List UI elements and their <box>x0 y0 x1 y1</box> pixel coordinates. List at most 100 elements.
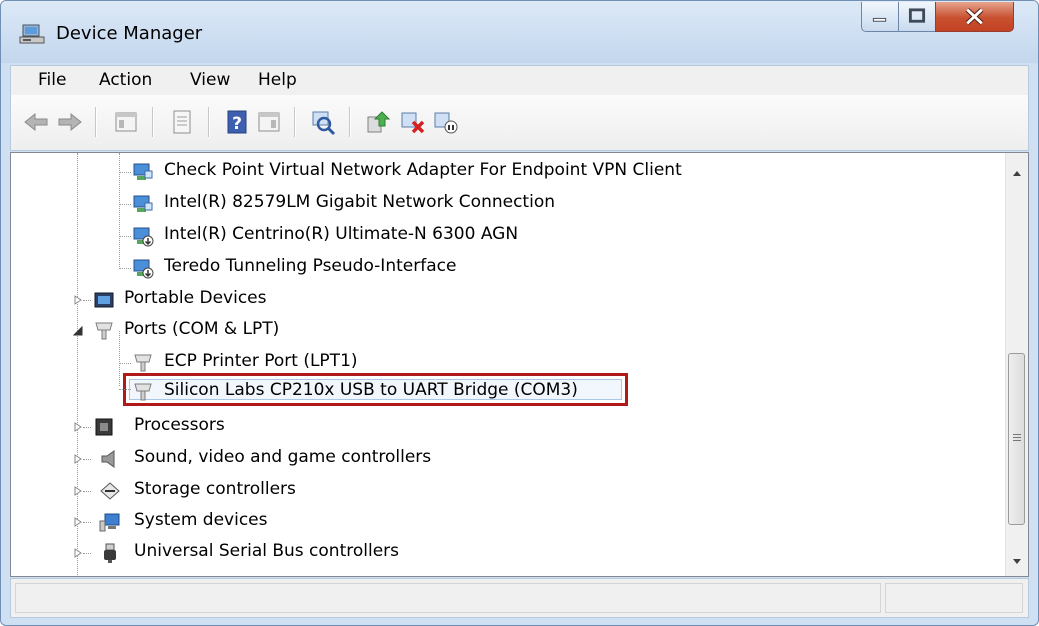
minimize-button[interactable] <box>861 2 899 32</box>
tree-item-teredo[interactable]: Teredo Tunneling Pseudo-Interface <box>11 255 1001 281</box>
tree-category-ports[interactable]: Ports (COM & LPT) <box>11 318 1001 344</box>
vertical-scrollbar[interactable] <box>1005 153 1028 576</box>
toolbar-separator <box>152 107 154 137</box>
show-hide-console-tree-icon[interactable] <box>112 108 140 136</box>
collapse-arrow-icon[interactable] <box>73 326 83 336</box>
tree-connector <box>83 553 91 554</box>
expand-arrow-icon[interactable] <box>73 422 83 432</box>
tree-item-intel-centrino[interactable]: Intel(R) Centrino(R) Ultimate-N 6300 AGN <box>11 223 1001 249</box>
tree-connector <box>83 427 91 428</box>
tree-connector <box>83 522 91 523</box>
device-manager-window: Device Manager File Action View Help ? C… <box>0 0 1039 626</box>
tree-category-system-devices[interactable]: System devices <box>11 509 1001 535</box>
disable-device-icon[interactable] <box>432 108 460 136</box>
scrollbar-grip <box>1013 434 1021 435</box>
scroll-up-arrow-icon[interactable] <box>1006 163 1028 185</box>
storage-controller-icon <box>100 482 120 500</box>
scan-hardware-changes-icon[interactable] <box>309 108 337 136</box>
expand-arrow-icon[interactable] <box>73 517 83 527</box>
device-manager-icon <box>19 24 45 44</box>
maximize-icon <box>908 8 926 23</box>
scrollbar-grip <box>1013 437 1021 438</box>
uninstall-icon[interactable] <box>399 108 427 136</box>
expand-arrow-icon[interactable] <box>73 454 83 464</box>
tree-connector <box>119 389 131 390</box>
tree-category-label: Ports (COM & LPT) <box>124 319 280 339</box>
tree-item-silicon-labs-cp210x[interactable]: Silicon Labs CP210x USB to UART Bridge (… <box>11 379 1001 405</box>
toolbar-separator <box>208 107 210 137</box>
tree-connector <box>119 172 131 173</box>
tree-category-label: Processors <box>134 415 225 435</box>
expand-arrow-icon[interactable] <box>73 295 83 305</box>
disabled-network-adapter-icon <box>133 259 154 279</box>
tree-connector <box>83 300 91 301</box>
tree-connector <box>119 268 131 269</box>
system-device-icon <box>99 513 120 532</box>
device-tree-pane[interactable]: Check Point Virtual Network Adapter For … <box>10 152 1029 577</box>
menu-help[interactable]: Help <box>258 70 297 90</box>
toolbar-separator <box>294 107 296 137</box>
network-adapter-icon <box>133 163 153 180</box>
tree-category-sound[interactable]: Sound, video and game controllers <box>11 446 1001 472</box>
forward-icon[interactable] <box>56 108 84 136</box>
network-adapter-icon <box>133 195 153 212</box>
tree-connector <box>119 236 131 237</box>
port-connector-icon <box>134 383 152 401</box>
update-driver-icon[interactable] <box>364 108 392 136</box>
tree-item-label: Intel(R) 82579LM Gigabit Network Connect… <box>164 192 555 212</box>
expand-arrow-icon[interactable] <box>73 486 83 496</box>
close-button[interactable] <box>935 2 1014 32</box>
menu-view[interactable]: View <box>190 70 230 90</box>
speaker-icon <box>101 450 115 468</box>
tree-category-label: System devices <box>134 510 268 530</box>
tree-connector <box>119 363 131 364</box>
expand-arrow-icon[interactable] <box>73 548 83 558</box>
menu-action[interactable]: Action <box>99 70 152 90</box>
scrollbar-thumb[interactable] <box>1008 353 1025 525</box>
portable-device-icon <box>94 292 114 308</box>
tree-connector <box>119 204 131 205</box>
properties-icon[interactable] <box>168 108 196 136</box>
svg-text:?: ? <box>232 114 242 134</box>
tree-category-label: Storage controllers <box>134 479 296 499</box>
toolbar-separator <box>349 107 351 137</box>
status-bar <box>10 578 1029 618</box>
processor-icon <box>95 418 113 436</box>
port-connector-icon <box>134 354 152 372</box>
tree-category-label: Sound, video and game controllers <box>134 447 432 467</box>
tree-connector <box>83 491 91 492</box>
scrollbar-grip <box>1013 440 1021 441</box>
tree-category-label: Universal Serial Bus controllers <box>134 541 400 561</box>
tree-item-label: Teredo Tunneling Pseudo-Interface <box>164 256 457 276</box>
status-pane-secondary <box>885 583 1023 613</box>
window-title: Device Manager <box>56 23 203 44</box>
tree-category-processors[interactable]: Processors <box>11 414 1001 440</box>
maximize-button[interactable] <box>898 2 936 32</box>
disabled-network-adapter-icon <box>133 227 154 247</box>
tree-item-checkpoint-vpn[interactable]: Check Point Virtual Network Adapter For … <box>11 159 1001 185</box>
tree-item-intel-82579lm[interactable]: Intel(R) 82579LM Gigabit Network Connect… <box>11 191 1001 217</box>
status-pane-main <box>15 583 881 613</box>
minimize-icon <box>872 17 887 22</box>
tree-item-label: Intel(R) Centrino(R) Ultimate-N 6300 AGN <box>164 224 519 244</box>
tree-item-label: ECP Printer Port (LPT1) <box>164 351 358 371</box>
tree-item-label: Silicon Labs CP210x USB to UART Bridge (… <box>164 380 578 400</box>
tree-category-label: Portable Devices <box>124 288 267 308</box>
tree-category-usb-controllers[interactable]: Universal Serial Bus controllers <box>11 540 1001 566</box>
help-icon[interactable]: ? <box>223 108 251 136</box>
tree-connector <box>83 459 91 460</box>
tree-item-label: Check Point Virtual Network Adapter For … <box>164 160 682 180</box>
back-icon[interactable] <box>22 108 50 136</box>
menu-bar: File Action View Help <box>10 65 1029 95</box>
title-bar[interactable]: Device Manager <box>1 1 1038 63</box>
toolbar-separator <box>95 107 97 137</box>
menu-file[interactable]: File <box>38 70 66 90</box>
close-icon <box>965 7 984 26</box>
toolbar: ? <box>10 95 1029 151</box>
usb-plug-icon <box>104 543 116 563</box>
port-connector-icon <box>95 322 113 340</box>
action-pane-icon[interactable] <box>255 108 283 136</box>
scroll-down-arrow-icon[interactable] <box>1006 551 1028 573</box>
tree-category-portable-devices[interactable]: Portable Devices <box>11 287 1001 313</box>
tree-category-storage[interactable]: Storage controllers <box>11 478 1001 504</box>
